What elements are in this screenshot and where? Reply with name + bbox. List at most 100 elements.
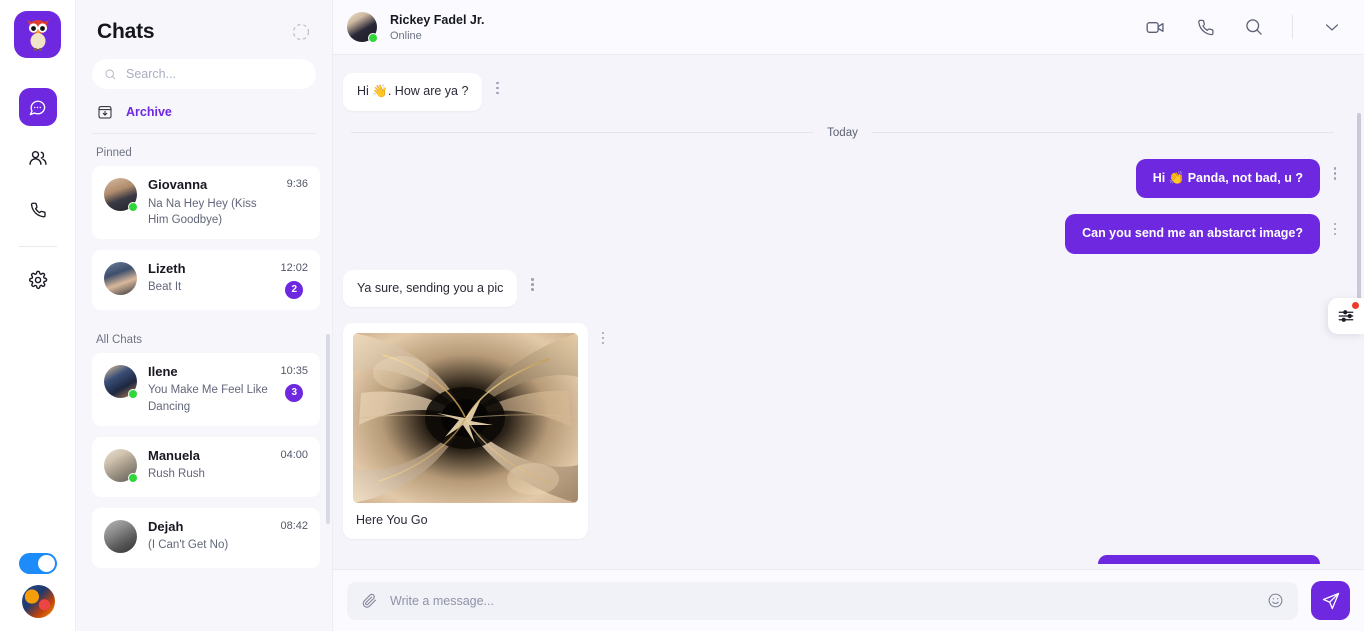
list-item[interactable]: Dejah (I Can't Get No) 08:42 bbox=[92, 507, 320, 568]
online-status-dot bbox=[128, 388, 138, 399]
avatar-wrapper bbox=[104, 448, 138, 483]
collapse-button[interactable] bbox=[1321, 17, 1342, 38]
search-icon bbox=[105, 68, 116, 79]
list-item-body: Giovanna Na Na Hey Hey (Kiss Him Goodbye… bbox=[148, 176, 276, 229]
app-logo[interactable] bbox=[14, 11, 61, 58]
send-paper-plane-icon bbox=[1322, 592, 1339, 609]
message-list[interactable]: Hi 👋. How are ya ? Today Hi 👏 Panda, not… bbox=[333, 55, 1364, 569]
search-wrapper bbox=[76, 48, 332, 89]
unread-badge: 3 bbox=[285, 383, 304, 402]
refresh-button[interactable] bbox=[291, 22, 311, 42]
last-message: Na Na Hey Hey (Kiss Him Goodbye) bbox=[148, 197, 257, 227]
list-item-body: Lizeth Beat It bbox=[148, 260, 269, 296]
message-options-button[interactable] bbox=[1328, 561, 1342, 569]
timestamp: 04:00 bbox=[280, 448, 308, 461]
image-message-card[interactable]: Here You Go bbox=[343, 323, 588, 539]
day-label: Today bbox=[827, 126, 858, 139]
conversation-panel: Rickey Fadel Jr. Online Hi 👋. How are ya… bbox=[333, 0, 1364, 631]
message-options-button[interactable] bbox=[1328, 220, 1342, 238]
separator-line-left bbox=[351, 132, 814, 133]
composer-input-shell[interactable] bbox=[347, 581, 1298, 620]
list-item-body: Dejah (I Can't Get No) bbox=[148, 518, 269, 554]
gear-icon bbox=[28, 270, 47, 290]
last-message: You Make Me Feel Like Dancing bbox=[148, 384, 268, 414]
emoji-picker-button[interactable] bbox=[1267, 592, 1284, 609]
video-camera-icon bbox=[1146, 21, 1164, 33]
contact-name: Manuela bbox=[148, 447, 201, 463]
day-separator: Today bbox=[343, 127, 1342, 139]
list-item-meta: 04:00 bbox=[280, 447, 308, 461]
message-input[interactable] bbox=[390, 593, 1255, 608]
message-row-outgoing: Can you send me an abstarct image? bbox=[343, 214, 1342, 254]
message-options-button[interactable] bbox=[596, 329, 610, 347]
online-status-dot bbox=[128, 472, 138, 483]
separator-line-right bbox=[871, 132, 1334, 133]
message-row-incoming: Ya sure, sending you a pic bbox=[343, 269, 1342, 307]
list-item[interactable]: Giovanna Na Na Hey Hey (Kiss Him Goodbye… bbox=[92, 166, 320, 239]
group-title-all-chats: All Chats bbox=[96, 333, 143, 346]
voice-call-button[interactable] bbox=[1194, 17, 1215, 38]
phone-icon bbox=[30, 202, 46, 217]
message-composer bbox=[333, 569, 1364, 631]
message-options-button[interactable] bbox=[490, 79, 504, 97]
online-status-dot bbox=[368, 33, 378, 43]
message-bubble-clipped bbox=[1098, 555, 1320, 564]
message-bubble: Ya sure, sending you a pic bbox=[343, 269, 518, 307]
chat-list-scrollbar[interactable] bbox=[326, 334, 330, 524]
search-input[interactable] bbox=[126, 67, 304, 81]
message-row-outgoing: Hi 👏 Panda, not bad, u ? bbox=[343, 158, 1342, 198]
send-button[interactable] bbox=[1311, 581, 1350, 620]
theme-toggle[interactable] bbox=[19, 553, 57, 574]
contact-name: Dejah bbox=[148, 518, 184, 534]
avatar-wrapper bbox=[347, 12, 378, 43]
contact-name: Ilene bbox=[148, 363, 178, 379]
attach-file-button[interactable] bbox=[361, 592, 378, 609]
abstract-swirl-image[interactable] bbox=[353, 333, 578, 503]
conversation-header: Rickey Fadel Jr. Online bbox=[333, 0, 1364, 55]
user-avatar[interactable] bbox=[21, 585, 55, 618]
message-options-button[interactable] bbox=[525, 276, 539, 294]
toggle-knob bbox=[38, 555, 55, 572]
group-title-pinned: Pinned bbox=[96, 147, 132, 159]
contact-name: Lizeth bbox=[148, 260, 186, 276]
video-call-button[interactable] bbox=[1145, 17, 1166, 38]
list-item-meta: 9:36 bbox=[287, 176, 308, 190]
archive-button[interactable]: Archive bbox=[76, 89, 332, 133]
chevron-down-icon bbox=[1325, 24, 1338, 31]
chat-list-panel: Chats Archive bbox=[76, 0, 333, 631]
rail-bottom-section bbox=[0, 553, 76, 618]
list-item[interactable]: Ilene You Make Me Feel Like Dancing 10:3… bbox=[92, 352, 320, 426]
notification-dot bbox=[1352, 302, 1359, 309]
chat-list-scroll[interactable]: Pinned Giovanna Na Na Hey Hey (Kiss Him … bbox=[76, 134, 332, 631]
search-box[interactable] bbox=[92, 59, 316, 89]
header-actions bbox=[1145, 15, 1342, 39]
avatar-wrapper bbox=[104, 519, 137, 553]
sidebar-item-chats[interactable] bbox=[18, 88, 57, 126]
message-bubble: Can you send me an abstarct image? bbox=[1065, 214, 1320, 254]
online-status-dot bbox=[128, 202, 138, 212]
phone-icon bbox=[1197, 19, 1214, 36]
last-message: Beat It bbox=[148, 281, 182, 294]
timestamp: 9:36 bbox=[286, 178, 308, 190]
list-item[interactable]: Lizeth Beat It 12:02 2 bbox=[92, 249, 320, 310]
contact-name: Rickey Fadel Jr. bbox=[390, 13, 485, 28]
message-row-incoming: Hi 👋. How are ya ? bbox=[343, 73, 1342, 111]
list-item-meta: 12:02 2 bbox=[280, 260, 308, 299]
sidebar-item-settings[interactable] bbox=[19, 261, 57, 299]
list-item[interactable]: Manuela Rush Rush 04:00 bbox=[92, 436, 320, 497]
search-in-chat-button[interactable] bbox=[1243, 17, 1264, 38]
message-options-button[interactable] bbox=[1328, 165, 1342, 183]
timestamp: 10:35 bbox=[280, 364, 308, 377]
contact-name: Giovanna bbox=[148, 177, 208, 192]
chat-application: Chats Archive bbox=[0, 0, 1364, 631]
sidebar-item-contacts[interactable] bbox=[19, 139, 57, 177]
navigation-rail bbox=[0, 0, 76, 631]
chat-options-float-button[interactable] bbox=[1328, 298, 1364, 334]
unread-badge: 2 bbox=[285, 280, 304, 299]
message-row-outgoing-clipped bbox=[343, 555, 1342, 569]
refresh-dashed-icon bbox=[292, 23, 310, 41]
image-caption: Here You Go bbox=[356, 513, 428, 527]
timestamp: 12:02 bbox=[280, 261, 308, 274]
avatar-wrapper bbox=[104, 364, 138, 399]
sidebar-item-calls[interactable] bbox=[19, 190, 57, 228]
